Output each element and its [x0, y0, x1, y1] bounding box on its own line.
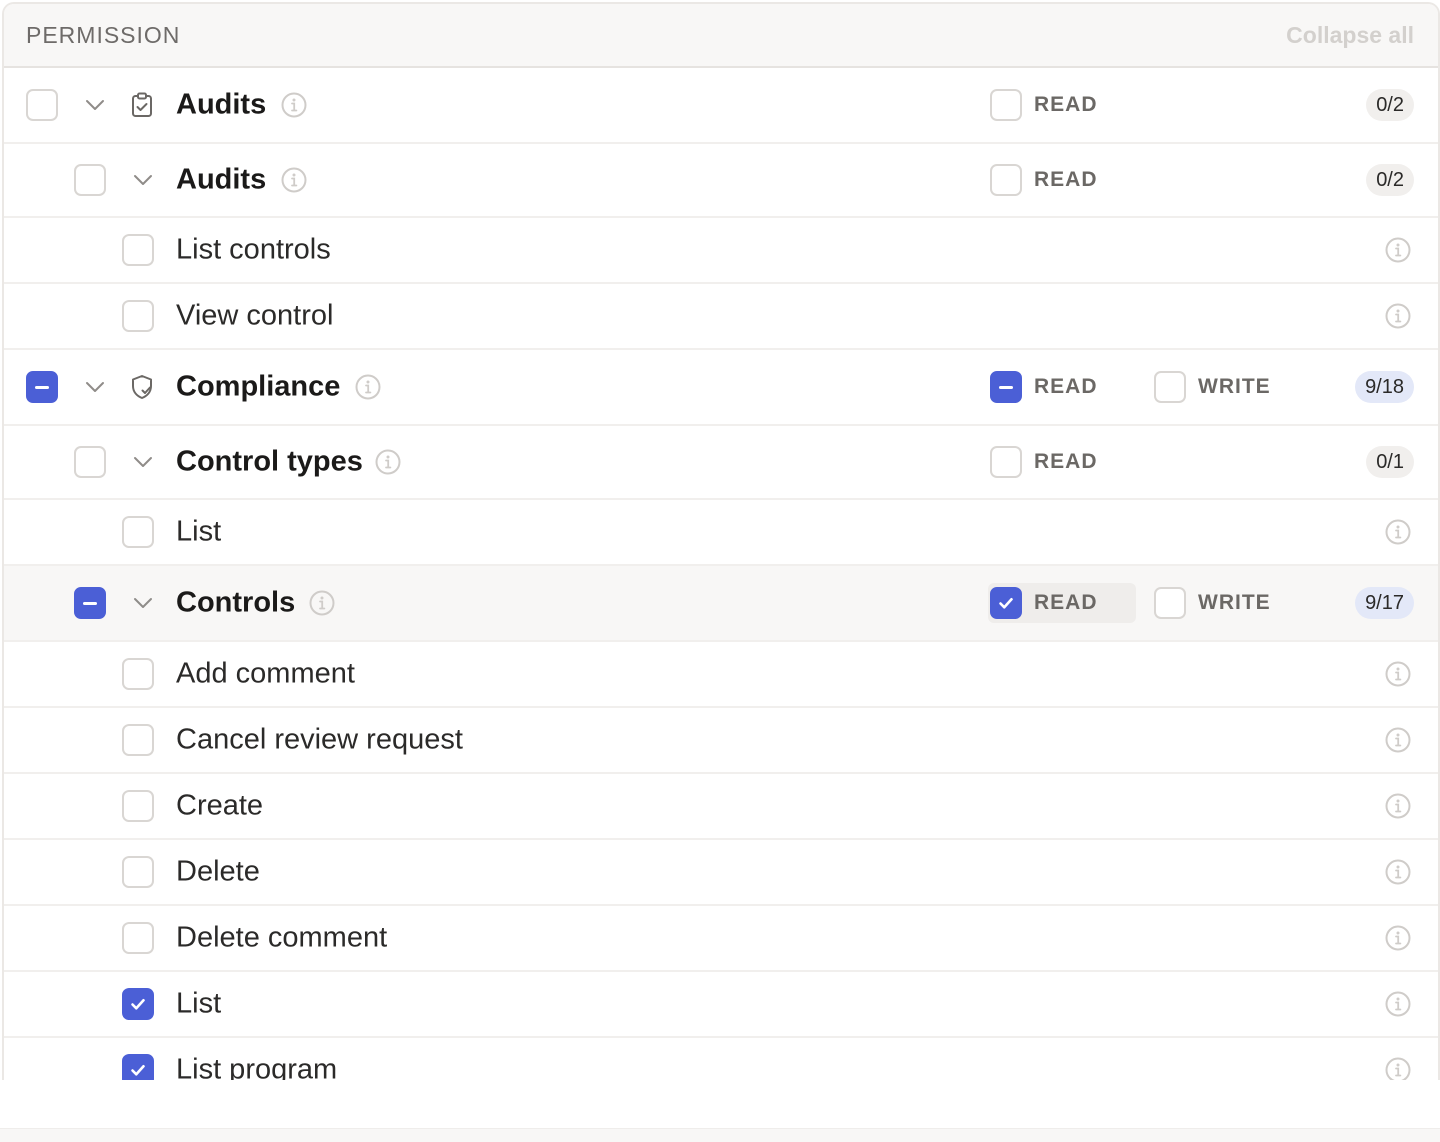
permission-item-row: List — [4, 972, 1438, 1038]
row-checkbox[interactable] — [74, 446, 106, 478]
bottom-divider — [0, 1128, 1440, 1142]
row-checkbox[interactable] — [122, 658, 154, 690]
count-badge: 0/1 — [1366, 446, 1414, 478]
clipboard-check-icon — [128, 91, 156, 119]
read-label: READ — [1034, 450, 1098, 473]
row-label: Audits — [176, 163, 267, 196]
row-checkbox[interactable] — [122, 724, 154, 756]
read-checkbox[interactable] — [990, 164, 1022, 196]
permission-subgroup-row: Audits READ 0/2 — [4, 144, 1438, 218]
chevron-down-icon[interactable] — [130, 590, 156, 616]
info-icon[interactable] — [1384, 726, 1412, 754]
info-icon[interactable] — [1384, 858, 1412, 886]
count-badge: 0/2 — [1366, 164, 1414, 196]
write-label: WRITE — [1198, 375, 1271, 398]
info-icon[interactable] — [1384, 518, 1412, 546]
permission-item-row: List program — [4, 1038, 1438, 1080]
permission-item-row: List controls — [4, 218, 1438, 284]
chevron-down-icon[interactable] — [130, 167, 156, 193]
info-icon[interactable] — [1384, 236, 1412, 264]
info-icon[interactable] — [1384, 660, 1412, 688]
row-checkbox[interactable] — [122, 516, 154, 548]
row-checkbox[interactable] — [26, 89, 58, 121]
row-label: Delete — [176, 855, 260, 888]
info-icon[interactable] — [1384, 924, 1412, 952]
row-checkbox[interactable] — [122, 234, 154, 266]
shield-check-icon — [128, 373, 156, 401]
row-label: List — [176, 515, 222, 548]
read-permission[interactable]: READ — [990, 89, 1098, 121]
read-permission[interactable]: READ — [988, 583, 1136, 623]
info-icon[interactable] — [1384, 990, 1412, 1018]
count-badge: 0/2 — [1366, 89, 1414, 121]
row-checkbox[interactable] — [26, 371, 58, 403]
permission-header: PERMISSION Collapse all — [4, 4, 1438, 68]
chevron-down-icon[interactable] — [82, 92, 108, 118]
info-icon[interactable] — [1384, 302, 1412, 330]
read-checkbox[interactable] — [990, 587, 1022, 619]
read-label: READ — [1034, 93, 1098, 116]
read-label: READ — [1034, 375, 1098, 398]
count-badge: 9/18 — [1355, 371, 1414, 403]
write-permission[interactable]: WRITE — [1154, 587, 1271, 619]
info-icon[interactable] — [1384, 1056, 1412, 1080]
row-label: Control types — [176, 445, 363, 478]
row-checkbox[interactable] — [122, 856, 154, 888]
count-badge: 9/17 — [1355, 587, 1414, 619]
row-checkbox[interactable] — [122, 1054, 154, 1080]
row-label: Delete comment — [176, 921, 388, 954]
collapse-all-button[interactable]: Collapse all — [1286, 22, 1414, 49]
row-checkbox[interactable] — [122, 790, 154, 822]
permission-group-row: Audits READ 0/2 — [4, 68, 1438, 144]
row-label: List program — [176, 1053, 338, 1081]
row-label: Cancel review request — [176, 723, 463, 756]
permission-group-row: Compliance READ WRITE 9/18 — [4, 350, 1438, 426]
row-checkbox[interactable] — [122, 922, 154, 954]
info-icon[interactable] — [280, 166, 308, 194]
row-label: List controls — [176, 233, 331, 266]
read-label: READ — [1034, 591, 1098, 614]
row-label: Controls — [176, 586, 296, 619]
permission-item-row: Cancel review request — [4, 708, 1438, 774]
info-icon[interactable] — [354, 373, 382, 401]
row-checkbox[interactable] — [74, 164, 106, 196]
permission-subgroup-row: Control types READ 0/1 — [4, 426, 1438, 500]
header-title: PERMISSION — [26, 21, 181, 48]
read-checkbox[interactable] — [990, 446, 1022, 478]
permission-item-row: List — [4, 500, 1438, 566]
chevron-down-icon[interactable] — [82, 374, 108, 400]
permission-item-row: Create — [4, 774, 1438, 840]
write-permission[interactable]: WRITE — [1154, 371, 1271, 403]
info-icon[interactable] — [374, 448, 402, 476]
permission-item-row: View control — [4, 284, 1438, 350]
read-permission[interactable]: READ — [990, 446, 1098, 478]
info-icon[interactable] — [280, 91, 308, 119]
read-checkbox[interactable] — [990, 371, 1022, 403]
row-checkbox[interactable] — [122, 988, 154, 1020]
read-permission[interactable]: READ — [990, 371, 1098, 403]
row-label: List — [176, 987, 222, 1020]
row-checkbox[interactable] — [74, 587, 106, 619]
read-label: READ — [1034, 168, 1098, 191]
write-checkbox[interactable] — [1154, 587, 1186, 619]
chevron-down-icon[interactable] — [130, 449, 156, 475]
write-label: WRITE — [1198, 591, 1271, 614]
row-label: View control — [176, 299, 334, 332]
permission-panel: PERMISSION Collapse all Audits READ 0/2 … — [2, 2, 1440, 1080]
permission-item-row: Add comment — [4, 642, 1438, 708]
permission-subgroup-row: Controls READ WRITE 9/17 — [4, 566, 1438, 642]
write-checkbox[interactable] — [1154, 371, 1186, 403]
row-label: Add comment — [176, 657, 355, 690]
info-icon[interactable] — [308, 589, 336, 617]
info-icon[interactable] — [1384, 792, 1412, 820]
row-label: Audits — [176, 88, 267, 121]
permission-item-row: Delete — [4, 840, 1438, 906]
read-permission[interactable]: READ — [990, 164, 1098, 196]
permission-item-row: Delete comment — [4, 906, 1438, 972]
row-label: Create — [176, 789, 264, 822]
row-label: Compliance — [176, 370, 341, 403]
row-checkbox[interactable] — [122, 300, 154, 332]
read-checkbox[interactable] — [990, 89, 1022, 121]
